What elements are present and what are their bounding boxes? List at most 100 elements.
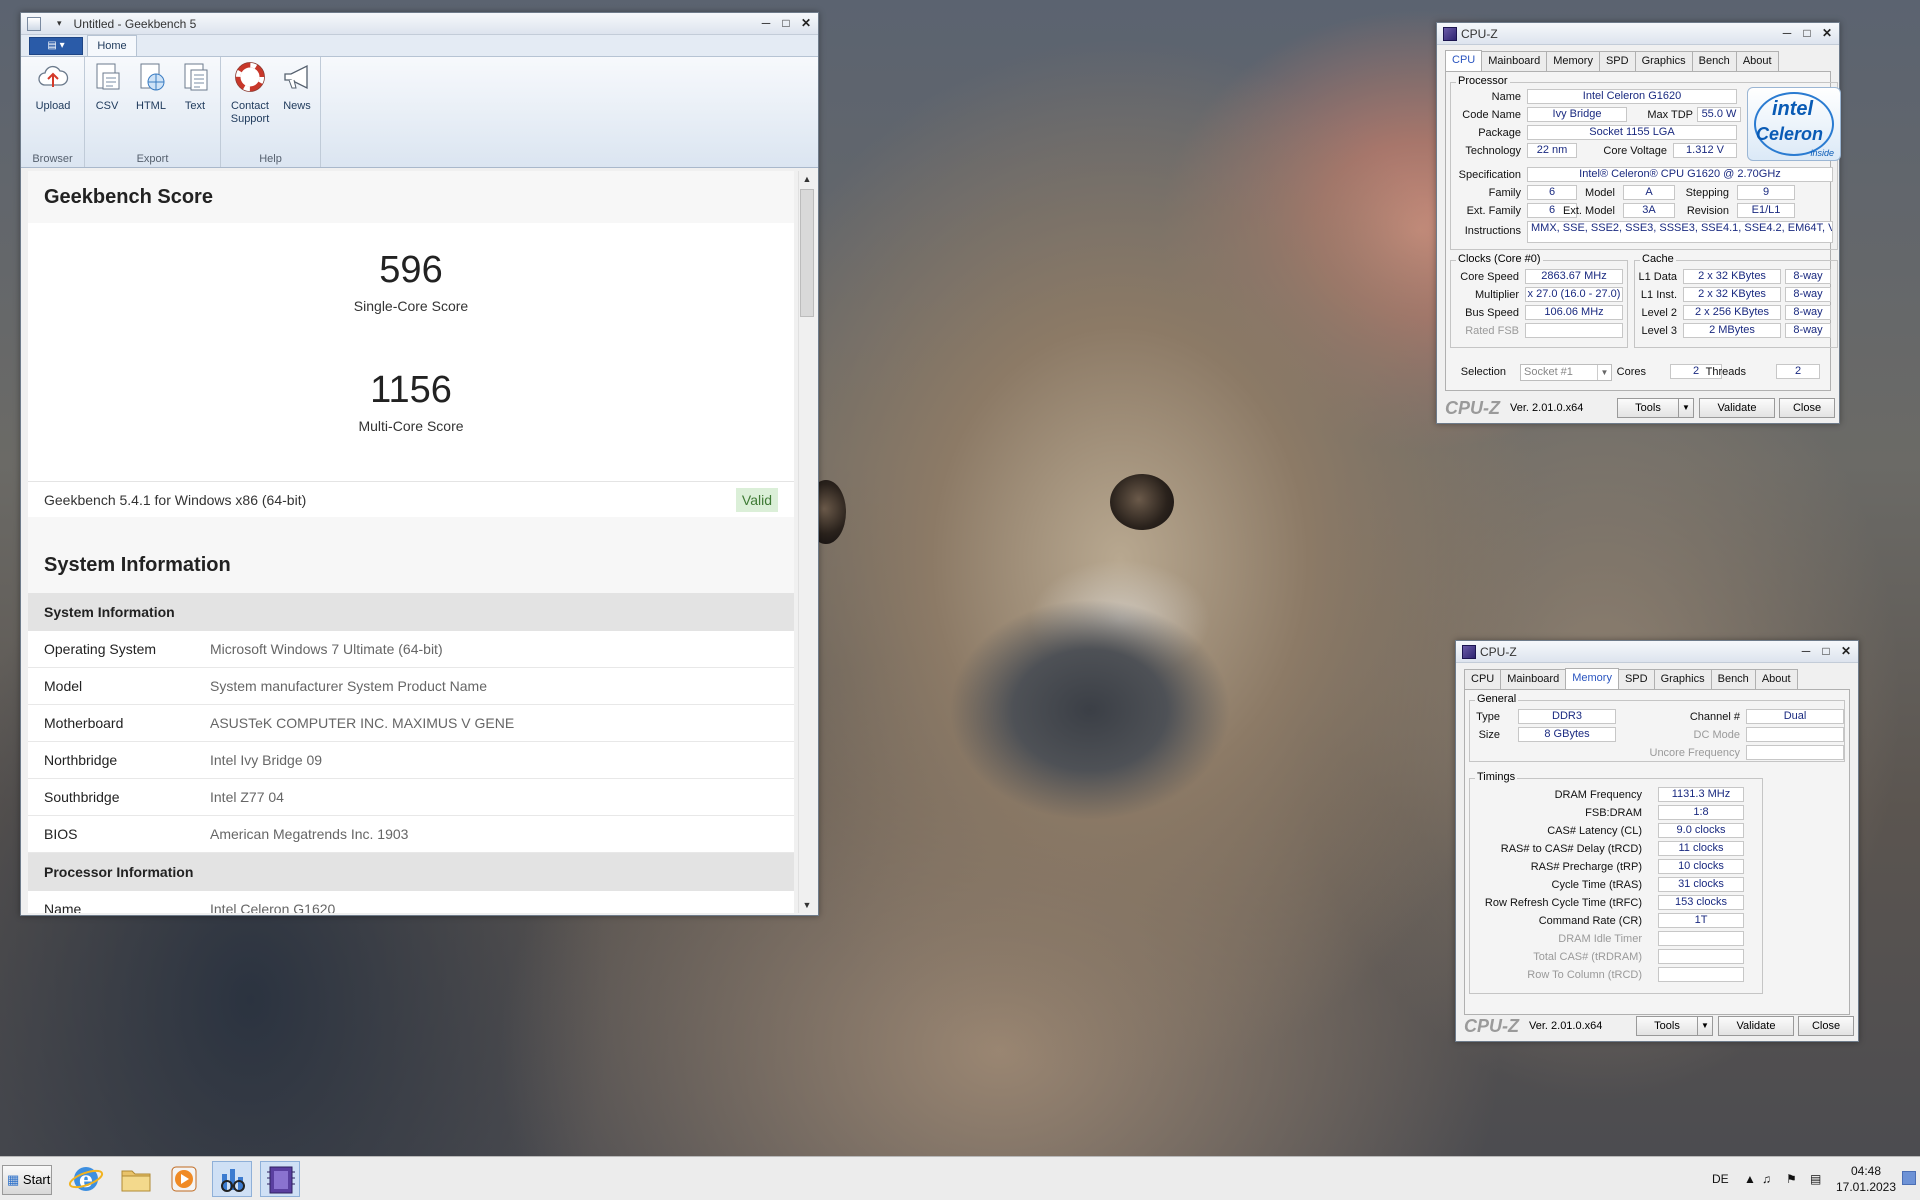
scroll-down-icon[interactable]: ▼ bbox=[799, 897, 815, 913]
scrollbar-thumb[interactable] bbox=[800, 189, 814, 317]
csv-label: CSV bbox=[95, 100, 119, 112]
internet-explorer-icon[interactable]: e bbox=[66, 1161, 106, 1197]
windows-logo-icon: ▦ bbox=[7, 1172, 20, 1187]
start-button[interactable]: ▦ Start bbox=[2, 1165, 52, 1195]
maximize-button[interactable]: □ bbox=[776, 15, 796, 32]
lifebuoy-icon bbox=[235, 62, 265, 92]
tab-cpu[interactable]: CPU bbox=[1464, 669, 1502, 689]
close-button[interactable]: ✕ bbox=[1836, 643, 1856, 660]
vertical-scrollbar[interactable]: ▲ ▼ bbox=[798, 171, 814, 913]
maximize-button[interactable]: □ bbox=[1816, 643, 1836, 660]
maxtdp-label: Max TDP bbox=[1647, 109, 1693, 121]
corespeed-value: 2863.67 MHz bbox=[1525, 269, 1623, 284]
volume-icon[interactable]: ♫ bbox=[1762, 1157, 1771, 1200]
network-icon[interactable]: ▤ bbox=[1810, 1157, 1821, 1200]
multiplier-value: x 27.0 (16.0 - 27.0) bbox=[1525, 287, 1623, 302]
close-button[interactable]: ✕ bbox=[796, 15, 816, 32]
cpuz-cpu-titlebar[interactable]: CPU-Z ─ □ ✕ bbox=[1437, 23, 1839, 45]
l1data-way: 8-way bbox=[1785, 269, 1831, 284]
timing-value: 1:8 bbox=[1658, 805, 1744, 820]
tab-mainboard[interactable]: Mainboard bbox=[1481, 51, 1548, 71]
info-row-value: Microsoft Windows 7 Ultimate (64-bit) bbox=[210, 641, 443, 657]
minimize-button[interactable]: ─ bbox=[1796, 643, 1816, 660]
tools-dropdown-icon[interactable]: ▼ bbox=[1697, 1016, 1713, 1036]
tab-mainboard[interactable]: Mainboard bbox=[1500, 669, 1567, 689]
show-desktop-button[interactable] bbox=[1902, 1171, 1916, 1185]
scroll-up-icon[interactable]: ▲ bbox=[799, 171, 815, 187]
cpuz-cpu-tabs: CPU Mainboard Memory SPD Graphics Bench About bbox=[1445, 50, 1831, 72]
show-hidden-icons[interactable]: ▲ bbox=[1744, 1157, 1756, 1200]
level3-value: 2 MBytes bbox=[1683, 323, 1781, 338]
application-menu-button[interactable]: ▤ ▾ bbox=[29, 37, 83, 55]
tab-memory[interactable]: Memory bbox=[1565, 668, 1619, 690]
clock[interactable]: 04:48 17.01.2023 bbox=[1834, 1157, 1898, 1200]
minimize-button[interactable]: ─ bbox=[1777, 25, 1797, 42]
action-center-flag-icon[interactable]: ⚑ bbox=[1786, 1157, 1797, 1200]
validate-button[interactable]: Validate bbox=[1699, 398, 1775, 418]
cpuz-memory-titlebar[interactable]: CPU-Z ─ □ ✕ bbox=[1456, 641, 1858, 663]
level3-way: 8-way bbox=[1785, 323, 1831, 338]
cpuz-logo: CPU-Z bbox=[1464, 1015, 1519, 1036]
multi-core-score: 1156 bbox=[370, 369, 452, 411]
single-core-label: Single-Core Score bbox=[353, 298, 469, 314]
close-button[interactable]: ✕ bbox=[1817, 25, 1837, 42]
tab-bench[interactable]: Bench bbox=[1691, 51, 1737, 71]
cpuz-taskbar-icon[interactable] bbox=[260, 1161, 300, 1197]
timing-value: 11 clocks bbox=[1658, 841, 1744, 856]
tools-dropdown-icon[interactable]: ▼ bbox=[1678, 398, 1694, 418]
level3-label: Level 3 bbox=[1641, 325, 1677, 337]
info-row: Motherboard ASUSTeK COMPUTER INC. MAXIMUS… bbox=[28, 705, 794, 742]
html-label: HTML bbox=[136, 100, 166, 112]
tools-button[interactable]: Tools bbox=[1636, 1016, 1698, 1036]
socket-select[interactable]: Socket #1 ▼ bbox=[1520, 364, 1612, 381]
cpuz-app-icon[interactable] bbox=[1462, 644, 1476, 659]
geekbench-titlebar[interactable]: ▾ Untitled - Geekbench 5 ─ □ ✕ bbox=[21, 13, 818, 35]
validate-button[interactable]: Validate bbox=[1718, 1016, 1794, 1036]
results-panel: Geekbench Score 596 Single-Core Score 11… bbox=[28, 171, 794, 913]
tools-button[interactable]: Tools bbox=[1617, 398, 1679, 418]
l1data-value: 2 x 32 KBytes bbox=[1683, 269, 1781, 284]
tab-graphics[interactable]: Graphics bbox=[1634, 51, 1693, 71]
window-title: Untitled - Geekbench 5 bbox=[73, 16, 197, 31]
tab-about[interactable]: About bbox=[1735, 51, 1779, 71]
geekbench-taskbar-icon[interactable] bbox=[212, 1161, 252, 1197]
file-explorer-icon[interactable] bbox=[116, 1161, 156, 1197]
timing-label: CAS# Latency (CL) bbox=[1547, 825, 1642, 837]
tab-bench[interactable]: Bench bbox=[1710, 669, 1756, 689]
upload-button[interactable]: Upload bbox=[31, 61, 75, 113]
export-html-button[interactable]: HTML bbox=[129, 61, 173, 113]
export-text-button[interactable]: Text bbox=[173, 61, 217, 113]
export-csv-button[interactable]: CSV bbox=[85, 61, 129, 113]
processor-subheader: Processor Information bbox=[28, 853, 794, 891]
chevron-down-icon[interactable]: ▼ bbox=[1597, 365, 1611, 380]
l1inst-label: L1 Inst. bbox=[1640, 289, 1677, 301]
channel-label: Channel # bbox=[1689, 711, 1740, 723]
close-window-button[interactable]: Close bbox=[1798, 1016, 1854, 1036]
language-indicator[interactable]: DE bbox=[1712, 1157, 1729, 1200]
corevoltage-value: 1.312 V bbox=[1673, 143, 1737, 158]
uncore-frequency-value bbox=[1746, 745, 1844, 760]
tab-about[interactable]: About bbox=[1754, 669, 1798, 689]
timing-value bbox=[1658, 931, 1744, 946]
minimize-button[interactable]: ─ bbox=[756, 15, 776, 32]
tab-spd[interactable]: SPD bbox=[1617, 669, 1655, 689]
l1inst-value: 2 x 32 KBytes bbox=[1683, 287, 1781, 302]
threads-value: 2 bbox=[1776, 364, 1820, 379]
contact-support-button[interactable]: Contact Support bbox=[225, 61, 275, 126]
timing-value: 1131.3 MHz bbox=[1658, 787, 1744, 802]
cpuz-app-icon[interactable] bbox=[1443, 26, 1457, 41]
news-button[interactable]: News bbox=[275, 61, 319, 113]
tab-home[interactable]: Home bbox=[87, 35, 137, 57]
quick-access-dropdown-icon[interactable]: ▾ bbox=[57, 18, 62, 29]
media-player-icon[interactable] bbox=[164, 1161, 204, 1197]
close-window-button[interactable]: Close bbox=[1779, 398, 1835, 418]
app-icon[interactable] bbox=[27, 16, 41, 31]
news-label: News bbox=[283, 100, 311, 112]
busspeed-value: 106.06 MHz bbox=[1525, 305, 1623, 320]
tab-cpu[interactable]: CPU bbox=[1445, 50, 1483, 72]
tab-graphics[interactable]: Graphics bbox=[1653, 669, 1712, 689]
maximize-button[interactable]: □ bbox=[1797, 25, 1817, 42]
timing-label: Command Rate (CR) bbox=[1538, 915, 1642, 927]
tab-memory[interactable]: Memory bbox=[1546, 51, 1600, 71]
tab-spd[interactable]: SPD bbox=[1598, 51, 1636, 71]
